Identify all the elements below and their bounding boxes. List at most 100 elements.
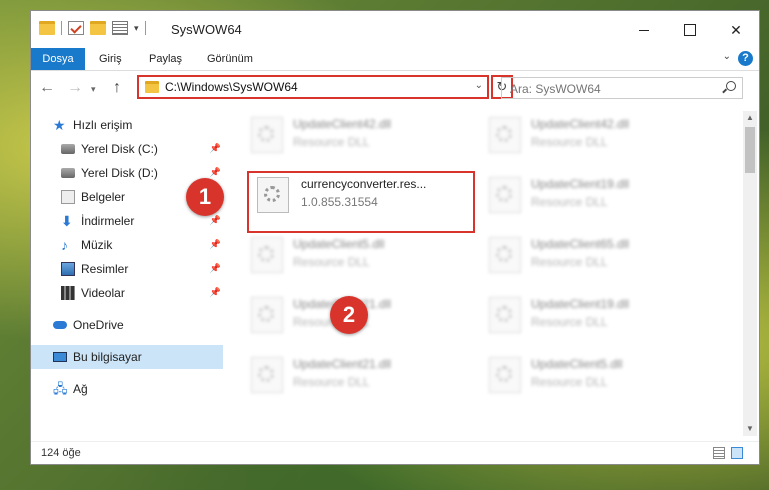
maximize-button[interactable] [667, 11, 713, 49]
details-view-icon[interactable] [713, 447, 725, 459]
file-description: 1.0.855.31554 [301, 195, 378, 209]
file-item[interactable]: UpdateClient19.dll Resource DLL [479, 171, 699, 221]
file-item[interactable]: UpdateClient65.dll Resource DLL [479, 231, 699, 281]
sidebar-item-pictures[interactable]: Resimler 📌 [31, 257, 223, 281]
file-item-currencyconverter[interactable]: currencyconverter.res... 1.0.855.31554 [247, 171, 475, 233]
dll-file-icon [489, 237, 521, 273]
file-name: UpdateClient42.dll [293, 117, 392, 131]
dll-file-icon [489, 177, 521, 213]
close-button[interactable]: ✕ [713, 11, 759, 49]
search-box[interactable] [501, 77, 743, 100]
scroll-down-icon[interactable]: ▼ [743, 422, 757, 436]
sidebar-item-label: Hızlı erişim [73, 118, 133, 132]
cloud-icon [53, 321, 67, 329]
file-item[interactable]: UpdateClient5.dll Resource DLL [241, 231, 461, 281]
search-icon[interactable] [726, 81, 736, 91]
file-description: Resource DLL [531, 255, 608, 269]
dll-file-icon [251, 297, 283, 333]
pin-icon[interactable]: 📌 [210, 215, 221, 226]
file-description: Resource DLL [531, 195, 608, 209]
file-description: Resource DLL [293, 135, 370, 149]
scroll-up-icon[interactable]: ▲ [743, 111, 757, 125]
dll-file-icon [489, 297, 521, 333]
address-bar[interactable]: C:\Windows\SysWOW64 ⌄ [137, 75, 489, 99]
pin-icon[interactable]: 📌 [210, 263, 221, 274]
file-description: Resource DLL [293, 255, 370, 269]
search-input[interactable] [502, 78, 712, 100]
dll-file-icon [489, 117, 521, 153]
sidebar-item-label: Yerel Disk (C:) [81, 142, 158, 156]
sidebar-item-quick-access[interactable]: ★ Hızlı erişim [31, 113, 223, 137]
star-icon: ★ [53, 117, 66, 133]
video-icon [61, 286, 75, 300]
separator [61, 21, 62, 35]
address-path[interactable]: C:\Windows\SysWOW64 [165, 80, 298, 94]
sidebar-item-this-pc[interactable]: Bu bilgisayar [31, 345, 223, 369]
window-title: SysWOW64 [171, 22, 242, 37]
file-name: currencyconverter.res... [301, 177, 427, 191]
sidebar-item-label: OneDrive [73, 318, 124, 332]
tab-file[interactable]: Dosya [31, 48, 85, 70]
pin-icon[interactable]: 📌 [210, 167, 221, 178]
sidebar-item-label: Resimler [81, 262, 129, 276]
file-name: UpdateClient5.dll [293, 237, 385, 251]
file-name: UpdateClient19.dll [531, 297, 630, 311]
navigation-pane: ★ Hızlı erişim Yerel Disk (C:) 📌 Yerel D… [31, 111, 223, 436]
pin-icon[interactable]: 📌 [210, 287, 221, 298]
file-name: UpdateClient65.dll [531, 237, 630, 251]
explorer-window: ▾ SysWOW64 ✕ Dosya Giriş Paylaş Görünüm … [30, 10, 760, 465]
dll-file-icon [251, 237, 283, 273]
disk-icon [61, 144, 75, 154]
file-item[interactable]: UpdateClient42.dll Resource DLL [241, 111, 461, 161]
recent-locations-button[interactable]: ▾ [91, 84, 96, 95]
dll-file-icon [251, 117, 283, 153]
vertical-scrollbar[interactable]: ▲ ▼ [743, 111, 757, 436]
file-item[interactable]: UpdateClient19.dll Resource DLL [479, 291, 699, 341]
sidebar-item-network[interactable]: 🖧 Ağ [31, 377, 223, 401]
download-icon: ⬇ [61, 213, 73, 229]
computer-icon [53, 352, 67, 362]
tab-view[interactable]: Görünüm [207, 48, 253, 70]
sidebar-item-disk-c[interactable]: Yerel Disk (C:) 📌 [31, 137, 223, 161]
sidebar-item-onedrive[interactable]: OneDrive [31, 313, 223, 337]
item-count: 124 öğe [41, 447, 81, 459]
file-item[interactable]: UpdateClient21.dll Resource DLL [241, 351, 461, 401]
tab-share[interactable]: Paylaş [149, 48, 182, 70]
folder-icon [145, 81, 159, 93]
forward-button[interactable]: → [67, 79, 83, 97]
minimize-button[interactable] [621, 11, 667, 49]
properties-check-icon[interactable] [68, 21, 84, 35]
file-item[interactable]: UpdateClient5.dll Resource DLL [479, 351, 699, 401]
new-folder-icon[interactable] [90, 21, 106, 35]
file-item[interactable]: UpdateClient42.dll Resource DLL [479, 111, 699, 161]
pin-icon[interactable]: 📌 [210, 239, 221, 250]
minimize-icon [639, 29, 649, 31]
sidebar-item-label: Videolar [81, 286, 125, 300]
file-description: Resource DLL [531, 375, 608, 389]
properties-icon[interactable] [112, 21, 128, 35]
dll-file-icon [251, 357, 283, 393]
pin-icon[interactable]: 📌 [210, 143, 221, 154]
chevron-down-icon[interactable]: ⌄ [475, 80, 483, 91]
sidebar-item-label: Ağ [73, 382, 88, 396]
file-list: UpdateClient42.dll Resource DLL currency… [231, 111, 736, 436]
dll-file-icon [489, 357, 521, 393]
sidebar-item-music[interactable]: ♪ Müzik 📌 [31, 233, 223, 257]
tab-home[interactable]: Giriş [99, 48, 122, 70]
callout-1: 1 [186, 178, 224, 216]
sidebar-item-videos[interactable]: Videolar 📌 [31, 281, 223, 305]
back-button[interactable]: ← [39, 79, 55, 97]
file-description: Resource DLL [531, 135, 608, 149]
disk-icon [61, 168, 75, 178]
help-button[interactable]: ? [738, 51, 753, 66]
ribbon-tabs: Dosya Giriş Paylaş Görünüm ⌄ ? [31, 48, 759, 71]
scrollbar-thumb[interactable] [745, 127, 755, 173]
maximize-icon [684, 24, 696, 36]
file-name: UpdateClient21.dll [293, 357, 392, 371]
chevron-down-icon[interactable]: ▾ [134, 23, 139, 34]
up-button[interactable]: ↑ [113, 79, 121, 97]
chevron-down-icon[interactable]: ⌄ [723, 51, 731, 62]
sidebar-item-label: Bu bilgisayar [73, 350, 142, 364]
callout-2: 2 [330, 296, 368, 334]
large-icons-view-icon[interactable] [731, 447, 743, 459]
